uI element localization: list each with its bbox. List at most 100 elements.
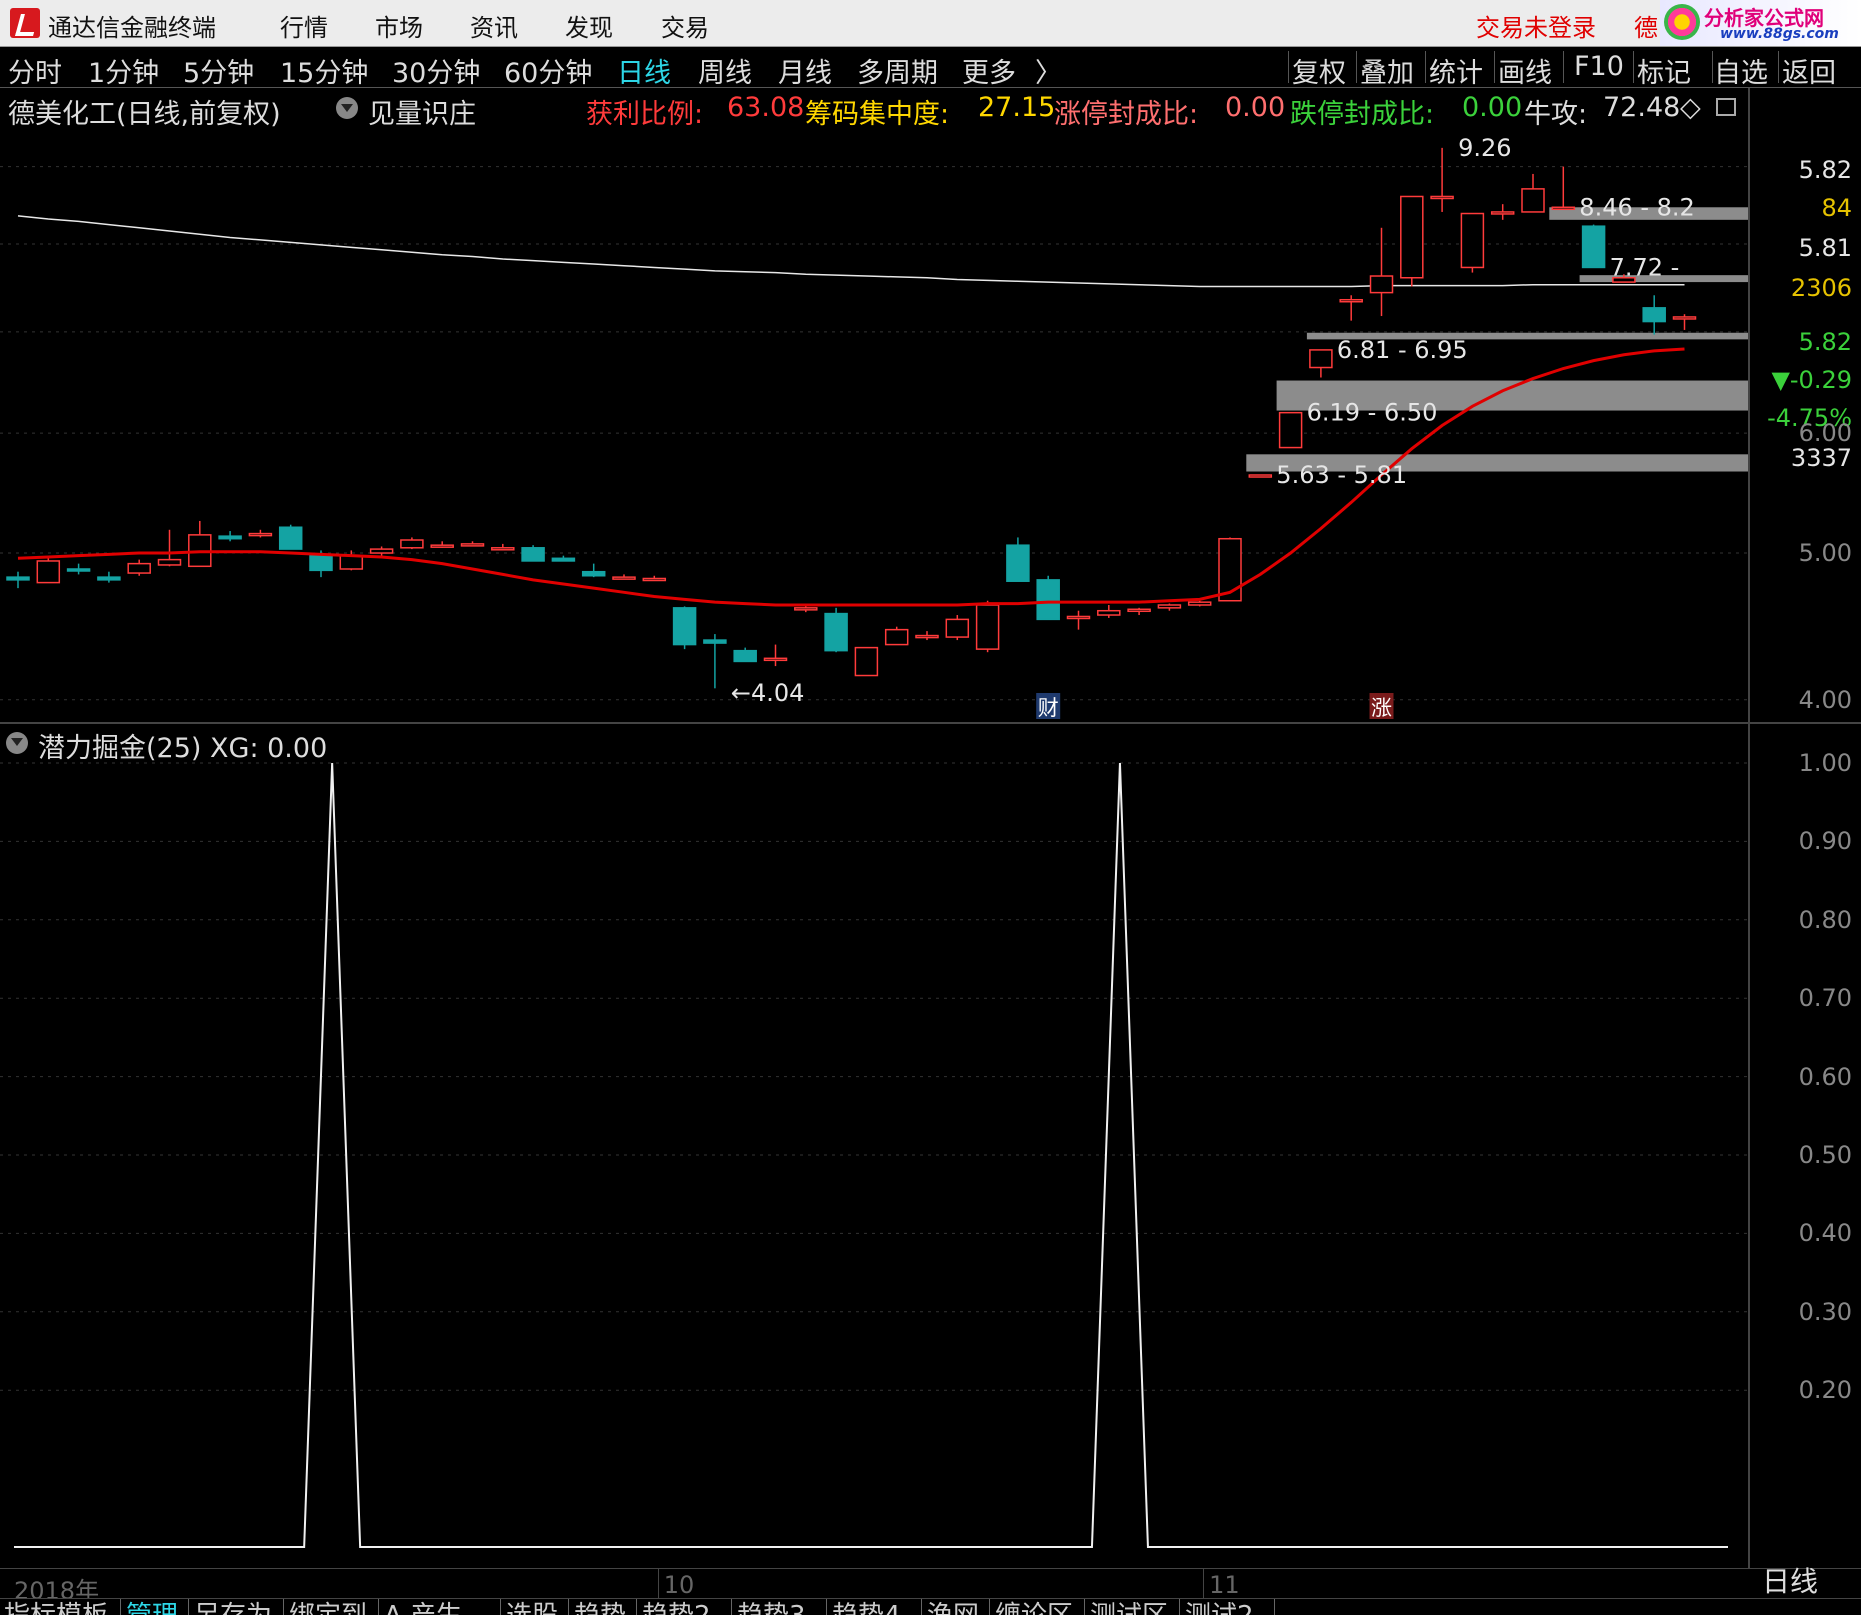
template-tab[interactable]: 趋势2 [642, 1599, 711, 1615]
period-5min[interactable]: 5分钟 [183, 51, 254, 90]
candle-body[interactable] [1066, 615, 1091, 620]
candle-body[interactable] [97, 576, 121, 581]
period-daily[interactable]: 日线 [617, 51, 671, 90]
candle-body[interactable] [854, 646, 879, 677]
tool-overlay[interactable]: 叠加 [1360, 51, 1414, 90]
indicator-line-chart[interactable] [0, 727, 1748, 1557]
candle-body[interactable] [460, 543, 485, 547]
candle-body[interactable] [1309, 349, 1333, 369]
menu-news[interactable]: 资讯 [470, 8, 518, 43]
event-marker[interactable]: 财 [1038, 696, 1059, 720]
template-tab[interactable]: 管理 [126, 1599, 178, 1615]
indicator-dropdown-icon[interactable] [336, 97, 358, 119]
candlestick-chart[interactable]: ←4.04 9.26 8.46 - 8.2 7.72 - 6.81 - 6.95 6.19… [0, 128, 1748, 722]
candle-body[interactable] [672, 607, 697, 646]
period-60min[interactable]: 60分钟 [504, 51, 592, 90]
template-tab[interactable]: 指标模板 [4, 1599, 108, 1615]
period-more[interactable]: 更多 [962, 51, 1016, 90]
event-marker[interactable]: 涨 [1371, 696, 1392, 720]
candle-body[interactable] [1157, 604, 1182, 609]
period-1min[interactable]: 1分钟 [88, 51, 159, 90]
menu-market-quotes[interactable]: 行情 [280, 8, 328, 43]
candle-body[interactable] [1460, 212, 1485, 269]
chevron-right-icon[interactable]: 〉 [1035, 51, 1062, 90]
candle-body[interactable] [703, 639, 727, 644]
menu-trade[interactable]: 交易 [661, 8, 709, 43]
period-30min[interactable]: 30分钟 [392, 51, 480, 90]
candle-body[interactable] [278, 526, 303, 550]
candle-body[interactable] [1642, 307, 1666, 323]
template-tab[interactable]: 绑定到 [289, 1599, 367, 1615]
candle-body[interactable] [339, 554, 364, 570]
template-tab[interactable]: 测试2 [1185, 1599, 1254, 1615]
candle-body[interactable] [581, 570, 606, 577]
candle-body[interactable] [794, 607, 818, 611]
candle-body[interactable] [975, 604, 1000, 650]
candle-body[interactable] [945, 618, 970, 638]
candle-body[interactable] [309, 554, 333, 572]
candle-body[interactable] [1036, 579, 1060, 621]
candle-body[interactable] [551, 557, 576, 562]
template-tab[interactable]: 趋势4 [832, 1599, 901, 1615]
candle-body[interactable] [1339, 298, 1363, 303]
candle-body[interactable] [884, 628, 909, 646]
candle-body[interactable] [642, 577, 667, 582]
candle-body[interactable] [824, 612, 848, 652]
tool-draw-line[interactable]: 画线 [1498, 51, 1552, 90]
candle-body[interactable] [1278, 411, 1303, 449]
candle-body[interactable] [1369, 275, 1394, 294]
candle-body[interactable] [491, 547, 515, 551]
candle-body[interactable] [66, 568, 91, 572]
period-multi[interactable]: 多周期 [857, 51, 938, 90]
candle-body[interactable] [1248, 474, 1273, 478]
candle-body[interactable] [400, 539, 424, 549]
candle-body[interactable] [1521, 188, 1545, 213]
candle-body[interactable] [157, 558, 182, 566]
tool-back[interactable]: 返回 [1782, 51, 1836, 90]
candle-body[interactable] [763, 657, 788, 662]
candle-body[interactable] [1400, 195, 1424, 279]
indicator-name[interactable]: 见量识庄 [368, 92, 476, 131]
diamond-icon[interactable]: ◇ [1680, 92, 1701, 123]
candle-body[interactable] [1672, 316, 1697, 320]
period-monthly[interactable]: 月线 [778, 51, 832, 90]
candle-body[interactable] [430, 544, 454, 548]
candle-body[interactable] [1581, 225, 1606, 269]
window-toggle-icon[interactable] [1716, 98, 1736, 116]
tool-stats[interactable]: 统计 [1429, 51, 1483, 90]
menu-market[interactable]: 市场 [375, 8, 423, 43]
tool-mark[interactable]: 标记 [1637, 51, 1691, 90]
trade-login-status[interactable]: 交易未登录 [1476, 8, 1596, 43]
candle-body[interactable] [248, 532, 273, 537]
candle-body[interactable] [369, 548, 394, 554]
period-weekly[interactable]: 周线 [698, 51, 752, 90]
tool-watchlist[interactable]: 自选 [1714, 51, 1768, 90]
candle-body[interactable] [1127, 608, 1151, 613]
tool-f10[interactable]: F10 [1574, 51, 1624, 82]
candle-body[interactable] [1430, 195, 1454, 200]
current-period-label[interactable]: 日线 [1762, 1560, 1818, 1600]
candle-body[interactable] [218, 535, 242, 540]
menu-discover[interactable]: 发现 [565, 8, 613, 43]
period-15min[interactable]: 15分钟 [280, 51, 368, 90]
candle-body[interactable] [915, 634, 939, 639]
template-tab[interactable]: 缠论区 [995, 1599, 1073, 1615]
template-tab[interactable]: 另存为 [194, 1599, 272, 1615]
template-tab[interactable]: 趋势3 [737, 1599, 806, 1615]
period-fenshi[interactable]: 分时 [8, 51, 62, 90]
tool-fuquan[interactable]: 复权 [1292, 51, 1346, 90]
candle-body[interactable] [1187, 601, 1212, 606]
template-tab[interactable]: 选股 [506, 1599, 558, 1615]
candle-body[interactable] [127, 562, 151, 574]
candle-body[interactable] [1551, 206, 1576, 211]
candle-body[interactable] [36, 560, 61, 584]
template-tab[interactable]: 渔网 [927, 1599, 979, 1615]
candle-body[interactable] [612, 576, 636, 580]
template-tab[interactable]: A 产生 [384, 1599, 462, 1615]
candle-body[interactable] [521, 547, 545, 562]
candle-body[interactable] [733, 649, 757, 663]
candle-body[interactable] [6, 576, 30, 581]
candle-body[interactable] [1006, 544, 1030, 582]
candle-body[interactable] [1097, 609, 1121, 616]
candle-body[interactable] [1490, 211, 1515, 215]
